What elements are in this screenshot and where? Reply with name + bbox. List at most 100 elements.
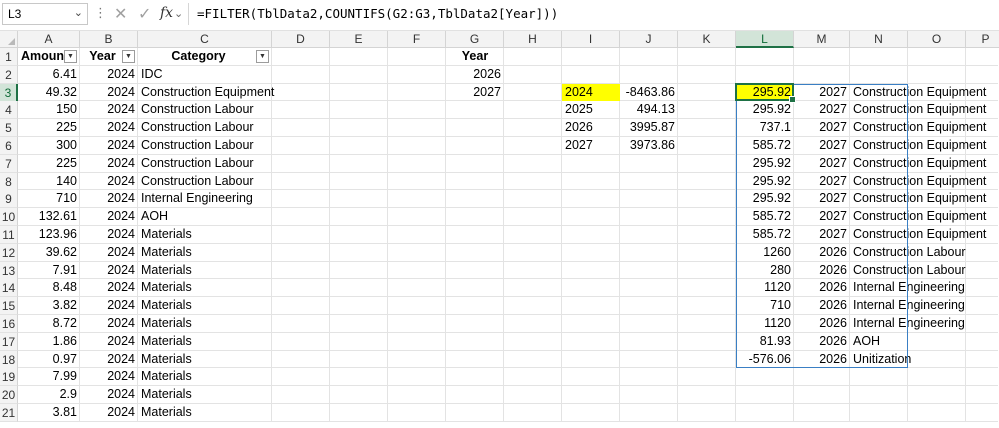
table-cell-year[interactable]: 2024 xyxy=(80,226,138,243)
spill-category[interactable]: AOH xyxy=(850,333,908,350)
spill-category[interactable]: Construction Equipment xyxy=(850,101,986,118)
table-cell-amount[interactable]: 150 xyxy=(18,101,80,118)
spill-category[interactable]: Construction Equipment xyxy=(850,208,986,225)
column-header-h[interactable]: H xyxy=(504,31,562,48)
chevron-down-icon[interactable]: ⌄ xyxy=(74,6,83,19)
summary-total[interactable]: 3973.86 xyxy=(620,137,678,154)
spill-year[interactable]: 2027 xyxy=(794,119,850,136)
spill-amount[interactable]: 585.72 xyxy=(736,226,794,243)
spill-amount[interactable]: 295.92 xyxy=(736,190,794,207)
table-cell-amount[interactable]: 8.48 xyxy=(18,279,80,296)
spill-year[interactable]: 2026 xyxy=(794,333,850,350)
row-header-19[interactable]: 19 xyxy=(0,368,18,387)
row-header-6[interactable]: 6 xyxy=(0,137,18,155)
spill-year[interactable]: 2026 xyxy=(794,315,850,332)
spill-category[interactable]: Internal Engineering xyxy=(850,315,965,332)
table-cell-amount[interactable]: 132.61 xyxy=(18,208,80,225)
spill-category[interactable]: Internal Engineering xyxy=(850,279,965,296)
column-header-n[interactable]: N xyxy=(850,31,908,48)
more-options-icon[interactable]: ⋮ xyxy=(94,5,107,21)
row-header-9[interactable]: 9 xyxy=(0,190,18,209)
filter-dropdown-icon[interactable]: ▼ xyxy=(122,50,135,63)
column-header-m[interactable]: M xyxy=(794,31,850,48)
summary-year[interactable]: 2027 xyxy=(562,137,620,154)
summary-total[interactable]: -8463.86 xyxy=(620,84,678,101)
spill-amount[interactable]: 585.72 xyxy=(736,208,794,225)
row-header-14[interactable]: 14 xyxy=(0,279,18,298)
column-header-f[interactable]: F xyxy=(388,31,446,48)
row-header-5[interactable]: 5 xyxy=(0,119,18,138)
spill-amount[interactable]: 1260 xyxy=(736,244,794,261)
table-cell-category[interactable]: Construction Equipment xyxy=(138,84,274,101)
column-header-e[interactable]: E xyxy=(330,31,388,48)
spill-year[interactable]: 2027 xyxy=(794,208,850,225)
table-cell-amount[interactable]: 225 xyxy=(18,155,80,172)
insert-function-icon[interactable]: fx xyxy=(160,5,173,21)
table-cell-category[interactable]: Materials xyxy=(138,351,272,368)
table-cell-amount[interactable]: 7.91 xyxy=(18,262,80,279)
table-cell-category[interactable]: AOH xyxy=(138,208,272,225)
spill-category[interactable]: Construction Equipment xyxy=(850,137,986,154)
table-cell-year[interactable]: 2024 xyxy=(80,173,138,190)
column-header-d[interactable]: D xyxy=(272,31,330,48)
table-cell-year[interactable]: 2024 xyxy=(80,101,138,118)
row-header-16[interactable]: 16 xyxy=(0,315,18,333)
spill-year[interactable]: 2027 xyxy=(794,226,850,243)
row-header-3[interactable]: 3 xyxy=(0,83,18,102)
spill-amount[interactable]: 295.92 xyxy=(736,101,794,118)
formula-input[interactable]: =FILTER(TblData2,COUNTIFS(G2:G3,TblData2… xyxy=(188,3,996,25)
row-header-10[interactable]: 10 xyxy=(0,208,18,227)
summary-year[interactable]: 2026 xyxy=(562,119,620,136)
table-cell-amount[interactable]: 710 xyxy=(18,190,80,207)
table-cell-amount[interactable]: 1.86 xyxy=(18,333,80,350)
spill-amount[interactable]: 710 xyxy=(736,297,794,314)
spill-year[interactable]: 2027 xyxy=(794,190,850,207)
summary-total[interactable]: 3995.87 xyxy=(620,119,678,136)
table-cell-year[interactable]: 2024 xyxy=(80,262,138,279)
table-cell-category[interactable]: Materials xyxy=(138,368,272,385)
table-cell-year[interactable]: 2024 xyxy=(80,368,138,385)
table-cell-category[interactable]: Internal Engineering xyxy=(138,190,272,207)
table-cell-category[interactable]: IDC xyxy=(138,66,272,83)
table-cell-category[interactable]: Construction Labour xyxy=(138,155,272,172)
row-header-13[interactable]: 13 xyxy=(0,261,18,280)
summary-year[interactable]: 2025 xyxy=(562,101,620,118)
spill-year[interactable]: 2026 xyxy=(794,351,850,368)
spill-year[interactable]: 2026 xyxy=(794,244,850,261)
row-header-7[interactable]: 7 xyxy=(0,154,18,173)
table-cell-year[interactable]: 2024 xyxy=(80,137,138,154)
spill-amount[interactable]: 295.92 xyxy=(736,173,794,190)
row-header-18[interactable]: 18 xyxy=(0,350,18,369)
row-header-12[interactable]: 12 xyxy=(0,243,18,262)
table-cell-year[interactable]: 2024 xyxy=(80,208,138,225)
table-cell-year[interactable]: 2024 xyxy=(80,404,138,421)
table-cell-amount[interactable]: 140 xyxy=(18,173,80,190)
spill-year[interactable]: 2026 xyxy=(794,262,850,279)
spill-year[interactable]: 2027 xyxy=(794,137,850,154)
table-cell-year[interactable]: 2024 xyxy=(80,386,138,403)
spill-category[interactable]: Construction Equipment xyxy=(850,84,986,101)
spill-category[interactable]: Construction Equipment xyxy=(850,226,986,243)
table-cell-category[interactable]: Materials xyxy=(138,404,272,421)
table-cell-category[interactable]: Materials xyxy=(138,244,272,261)
spill-amount[interactable]: 1120 xyxy=(736,279,794,296)
table-cell-amount[interactable]: 300 xyxy=(18,137,80,154)
table-cell-category[interactable]: Materials xyxy=(138,262,272,279)
spill-year[interactable]: 2026 xyxy=(794,297,850,314)
column-header-k[interactable]: K xyxy=(678,31,736,48)
column-header-p[interactable]: P xyxy=(966,31,999,48)
table-cell-amount[interactable]: 49.32 xyxy=(18,84,80,101)
table-cell-amount[interactable]: 6.41 xyxy=(18,66,80,83)
column-header-j[interactable]: J xyxy=(620,31,678,48)
select-all-corner[interactable] xyxy=(0,31,18,48)
spill-amount[interactable]: 1120 xyxy=(736,315,794,332)
summary-total[interactable]: 494.13 xyxy=(620,101,678,118)
column-header-i[interactable]: I xyxy=(562,31,620,48)
table-cell-amount[interactable]: 7.99 xyxy=(18,368,80,385)
criteria-value[interactable]: 2027 xyxy=(446,84,504,101)
criteria-value[interactable]: 2026 xyxy=(446,66,504,83)
row-header-11[interactable]: 11 xyxy=(0,226,18,244)
row-header-17[interactable]: 17 xyxy=(0,332,18,351)
column-header-l[interactable]: L xyxy=(736,31,794,48)
column-header-o[interactable]: O xyxy=(908,31,966,48)
